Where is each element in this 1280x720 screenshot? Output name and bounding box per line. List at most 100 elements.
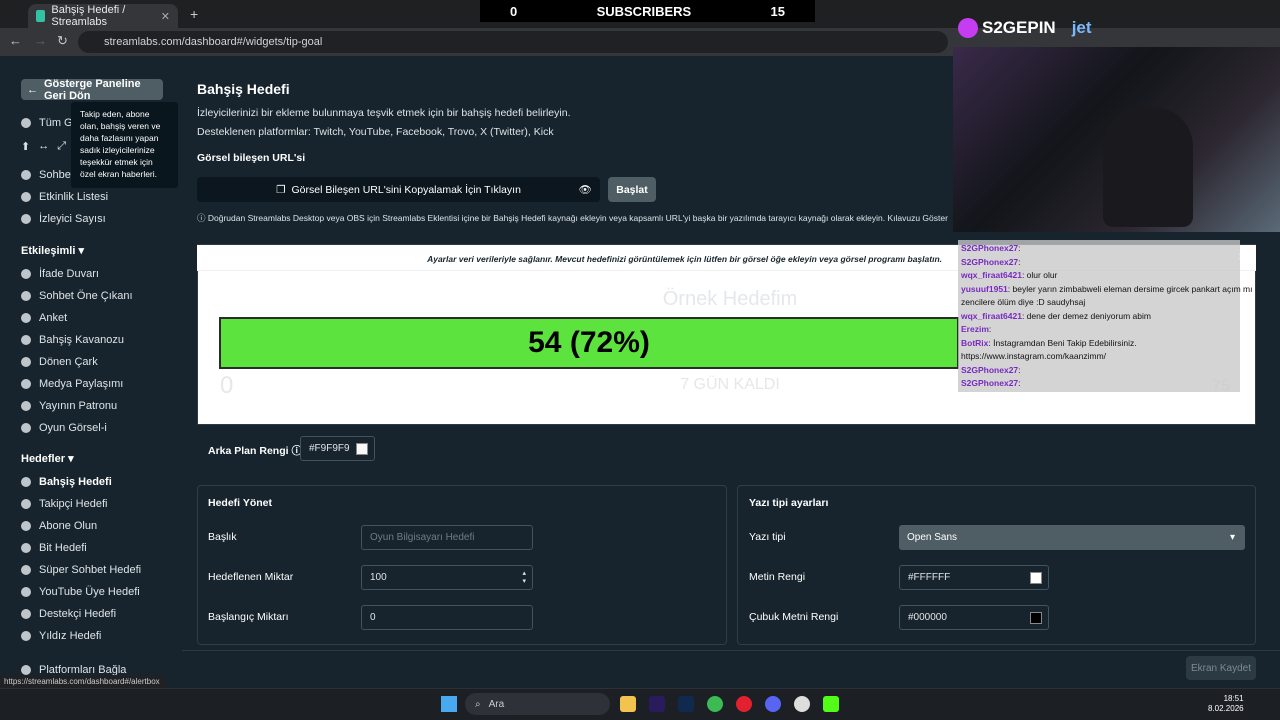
bar-text-color-label: Çubuk Metni Rengi: [749, 611, 839, 623]
chat-line: S2GPhonex27:: [961, 257, 1021, 267]
bg-color-input[interactable]: #F9F9F9: [300, 436, 375, 461]
sidebar-label: Bit Hedefi: [39, 542, 87, 554]
bar-text-color-input[interactable]: #000000: [899, 605, 1049, 630]
sidebar-item-interactive-3[interactable]: Bahşiş Kavanozu: [21, 331, 124, 349]
opera-icon[interactable]: [736, 696, 752, 712]
back-icon[interactable]: ←: [9, 33, 22, 48]
webcam-overlay: [953, 47, 1280, 232]
sidebar-item-eventlist[interactable]: Etkinlik Listesi: [21, 188, 108, 206]
chat-overlay: S2GPhonex27: S2GPhonex27: wqx_firaat6421…: [958, 240, 1252, 392]
page-title: Bahşiş Hedefi: [197, 81, 290, 97]
obs-icon[interactable]: [794, 696, 810, 712]
title-input[interactable]: Oyun Bilgisayarı Hedefi: [361, 525, 533, 550]
subs-right-count: 15: [770, 3, 785, 19]
item-icon: [21, 357, 31, 367]
sidebar-section-interactive[interactable]: Etkileşimli ▾: [21, 244, 84, 257]
windows-start-icon[interactable]: [441, 696, 457, 712]
sidebar-label: YouTube Üye Hedefi: [39, 586, 140, 598]
kick-icon[interactable]: [823, 696, 839, 712]
chat-username: BotRix: [961, 337, 989, 348]
logo-text: S2GEPIN: [982, 18, 1056, 37]
sidebar-label: Sohbet Öne Çıkanı: [39, 290, 133, 302]
sidebar-item-viewers[interactable]: İzleyici Sayısı: [21, 210, 106, 228]
sidebar-item-interactive-0[interactable]: İfade Duvarı: [21, 265, 99, 283]
sidebar-item-goal-4[interactable]: Süper Sohbet Hedefi: [21, 561, 141, 579]
forward-icon[interactable]: →: [34, 33, 47, 48]
chrome-icon[interactable]: [707, 696, 723, 712]
chat-message: : beyler yarın zimbabweli eleman dersime…: [1007, 283, 1253, 294]
chat-message: : olur olur: [1021, 270, 1058, 280]
text-color-label: Metin Rengi: [749, 571, 806, 583]
stepper-icon[interactable]: ▴ ▾: [522, 570, 526, 586]
grid-icon: [21, 118, 31, 128]
sidebar-item-chat[interactable]: Sohbet: [21, 166, 74, 184]
sidebar-item-interactive-4[interactable]: Dönen Çark: [21, 353, 98, 371]
sidebar-item-goal-2[interactable]: Abone Olun: [21, 517, 97, 535]
target-label: Hedeflenen Miktar: [208, 571, 294, 583]
close-icon[interactable]: ✕: [1238, 252, 1246, 263]
sidebar-item-interactive-1[interactable]: Sohbet Öne Çıkanı: [21, 287, 133, 305]
sidebar-item-goal-0[interactable]: Bahşiş Hedefi: [21, 473, 112, 491]
chat-line: wqx_firaat6421: dene der demez deniyorum…: [961, 311, 1151, 321]
bg-color-label: Arka Plan Rengi ⓘ: [208, 443, 302, 458]
chat-message: :: [1018, 256, 1021, 267]
sidebar-label: İzleyici Sayısı: [39, 213, 106, 225]
item-icon: [21, 499, 31, 509]
section-label: Etkileşimli: [21, 245, 76, 257]
sidebar-item-goal-7[interactable]: Yıldız Hedefi: [21, 627, 101, 645]
sidebar-item-goal-5[interactable]: YouTube Üye Hedefi: [21, 583, 140, 601]
start-amount-input[interactable]: 0: [361, 605, 533, 630]
browser-tab[interactable]: Bahşiş Hedefi / Streamlabs ✕: [28, 4, 178, 28]
font-label: Yazı tipi: [749, 531, 786, 543]
tooltip: Takip eden, abone olan, bahşiş veren ve …: [71, 102, 178, 188]
sidebar-item-goal-1[interactable]: Takipçi Hedefi: [21, 495, 107, 513]
chat-line: https://www.instagram.com/kaanzimm/: [961, 351, 1106, 361]
list-icon: [21, 192, 31, 202]
time: 18:51: [1223, 694, 1244, 703]
target-input[interactable]: 100 ▴ ▾: [361, 565, 533, 590]
taskbar-search[interactable]: ⌕ Ara: [465, 693, 610, 715]
chat-icon: [21, 170, 31, 180]
reload-icon[interactable]: ↻: [57, 33, 68, 49]
sidebar-item-goal-6[interactable]: Destekçi Hedefi: [21, 605, 116, 623]
sidebar-item-interactive-7[interactable]: Oyun Görsel-i: [21, 419, 107, 437]
goal-title: Örnek Hedefim: [662, 288, 798, 310]
item-icon: [21, 335, 31, 345]
folder-icon[interactable]: [620, 696, 636, 712]
sidebar-item-interactive-5[interactable]: Medya Paylaşımı: [21, 375, 123, 393]
sidebar-label: Süper Sohbet Hedefi: [39, 564, 142, 576]
chat-line: yusuuf1951: beyler yarın zimbabweli elem…: [961, 284, 1252, 294]
discord-icon[interactable]: [765, 696, 781, 712]
arrows-icon[interactable]: ↔: [38, 140, 49, 152]
item-icon: [21, 477, 31, 487]
back-to-dashboard-button[interactable]: ← Gösterge Paneline Geri Dön: [21, 77, 163, 102]
url-input[interactable]: streamlabs.com/dashboard#/widgets/tip-go…: [78, 31, 948, 53]
sidebar-item-interactive-2[interactable]: Anket: [21, 309, 67, 327]
bar-text-color-value: #000000: [908, 612, 947, 623]
photoshop-icon[interactable]: [678, 696, 694, 712]
subscribers-banner: 0 SUBSCRIBERS 15: [480, 0, 815, 22]
new-tab-icon[interactable]: +: [190, 6, 198, 22]
sidebar-label: Takipçi Hedefi: [39, 498, 108, 510]
back-label: Gösterge Paneline Geri Dön: [44, 77, 141, 102]
start-button[interactable]: Başlat: [608, 177, 656, 202]
save-button[interactable]: Ekran Kaydet: [1186, 656, 1256, 680]
arrow-up-icon[interactable]: ⬆: [21, 140, 30, 153]
chat-username: yusuuf1951: [961, 283, 1008, 294]
color-swatch[interactable]: [356, 442, 368, 455]
close-tab-icon[interactable]: ✕: [161, 10, 170, 23]
font-select[interactable]: Open Sans ▾: [899, 525, 1245, 550]
eye-icon[interactable]: 👁: [579, 183, 592, 196]
item-icon: [21, 587, 31, 597]
premiere-icon[interactable]: [649, 696, 665, 712]
text-color-input[interactable]: #FFFFFF: [899, 565, 1049, 590]
color-swatch[interactable]: [1030, 611, 1042, 624]
color-swatch[interactable]: [1030, 571, 1042, 584]
sidebar-item-interactive-6[interactable]: Yayının Patronu: [21, 397, 117, 415]
sidebar-item-goal-3[interactable]: Bit Hedefi: [21, 539, 87, 557]
goal-min: 0: [220, 372, 234, 399]
sidebar-label: Anket: [39, 312, 68, 324]
copy-url-field[interactable]: ❐ Görsel Bileşen URL'sini Kopyalamak İçi…: [197, 177, 600, 202]
sidebar-section-goals[interactable]: Hedefler ▾: [21, 452, 74, 465]
external-icon[interactable]: ⤢: [57, 140, 66, 153]
